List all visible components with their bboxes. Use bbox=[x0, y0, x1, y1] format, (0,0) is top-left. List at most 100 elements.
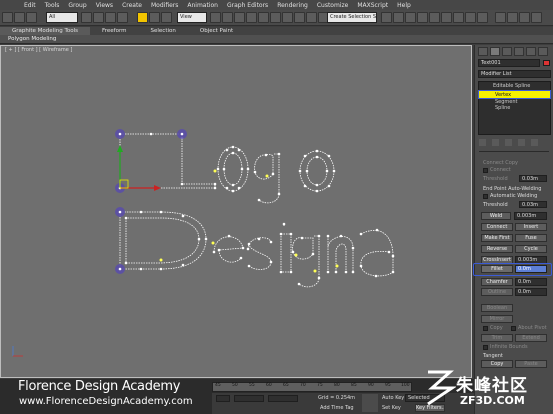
outline-button[interactable]: Outline bbox=[481, 288, 513, 296]
automatic-welding-checkbox[interactable] bbox=[483, 194, 488, 199]
stack-editable-spline[interactable]: Editable Spline bbox=[493, 83, 530, 89]
key-icon[interactable] bbox=[362, 394, 378, 412]
modifier-list-dropdown[interactable]: Modifier List bbox=[478, 70, 551, 78]
redo-icon[interactable] bbox=[14, 12, 25, 23]
toolbar-extra-4-icon[interactable] bbox=[531, 12, 542, 23]
connect-checkbox[interactable] bbox=[483, 168, 488, 173]
insert-button[interactable]: Insert bbox=[515, 223, 547, 231]
tangent-copy-button[interactable]: Copy bbox=[481, 360, 513, 368]
boolean-button[interactable]: Boolean bbox=[481, 304, 513, 312]
add-time-tag[interactable]: Add Time Tag bbox=[320, 405, 354, 411]
modifier-stack[interactable]: Editable Spline Vertex Segment Spline bbox=[478, 81, 551, 135]
edit-named-selection-icon[interactable] bbox=[294, 12, 305, 23]
cycle-button[interactable]: Cycle bbox=[515, 245, 547, 253]
y-coordinate-field[interactable] bbox=[268, 395, 298, 402]
lock-selection-icon[interactable] bbox=[216, 395, 230, 402]
layer-manager-icon[interactable] bbox=[381, 12, 392, 23]
link-icon[interactable] bbox=[26, 12, 37, 23]
connect-button[interactable]: Connect bbox=[481, 223, 513, 231]
tab-freeform[interactable]: Freeform bbox=[90, 27, 139, 35]
configure-sets-icon[interactable] bbox=[531, 139, 538, 146]
object-name-field[interactable]: Text001 bbox=[478, 59, 540, 67]
render-setup-icon[interactable] bbox=[441, 12, 452, 23]
menu-animation[interactable]: Animation bbox=[187, 2, 218, 9]
pin-stack-icon[interactable] bbox=[479, 139, 486, 146]
chamfer-field[interactable]: 0.0m bbox=[515, 278, 547, 286]
weld-button[interactable]: Weld bbox=[481, 212, 511, 220]
remove-modifier-icon[interactable] bbox=[518, 139, 525, 146]
spinner-snap-icon[interactable] bbox=[282, 12, 293, 23]
curve-editor-icon[interactable] bbox=[405, 12, 416, 23]
menu-maxscript[interactable]: MAXScript bbox=[357, 2, 388, 9]
menu-group[interactable]: Group bbox=[68, 2, 86, 9]
display-tab-icon[interactable] bbox=[526, 47, 536, 56]
outline-field[interactable]: 0.0m bbox=[515, 288, 547, 296]
about-pivot-checkbox[interactable] bbox=[511, 326, 516, 331]
named-selection-sets-dropdown[interactable]: Create Selection Se bbox=[327, 12, 377, 23]
menu-edit[interactable]: Edit bbox=[24, 2, 36, 9]
percent-snap-icon[interactable] bbox=[270, 12, 281, 23]
infinite-bounds-checkbox[interactable] bbox=[483, 345, 488, 350]
mirror-button[interactable]: Mirror bbox=[481, 315, 513, 323]
toolbar-extra-2-icon[interactable] bbox=[507, 12, 518, 23]
pivot-center-icon[interactable] bbox=[210, 12, 221, 23]
extend-button[interactable]: Extend bbox=[515, 334, 547, 342]
chamfer-button[interactable]: Chamfer bbox=[481, 278, 513, 286]
tab-object-paint[interactable]: Object Paint bbox=[188, 27, 245, 35]
select-scale-icon[interactable] bbox=[161, 12, 172, 23]
copy-checkbox[interactable] bbox=[483, 326, 488, 331]
menu-help[interactable]: Help bbox=[397, 2, 411, 9]
tangent-paste-button[interactable]: Paste bbox=[515, 360, 547, 368]
render-iterative-icon[interactable] bbox=[477, 12, 488, 23]
set-key-button[interactable]: Set Key bbox=[382, 405, 401, 411]
show-end-result-icon[interactable] bbox=[492, 139, 499, 146]
select-manipulate-icon[interactable] bbox=[222, 12, 233, 23]
stack-spline[interactable]: Spline bbox=[495, 105, 510, 111]
make-unique-icon[interactable] bbox=[505, 139, 512, 146]
create-tab-icon[interactable] bbox=[478, 47, 488, 56]
schematic-view-icon[interactable] bbox=[417, 12, 428, 23]
modify-tab-icon[interactable] bbox=[490, 47, 500, 56]
object-color-swatch[interactable] bbox=[543, 60, 550, 66]
snaps-toggle-icon[interactable] bbox=[246, 12, 257, 23]
polygon-modeling-label[interactable]: Polygon Modeling bbox=[0, 36, 56, 42]
hierarchy-tab-icon[interactable] bbox=[502, 47, 512, 56]
select-object-icon[interactable] bbox=[81, 12, 92, 23]
x-coordinate-field[interactable] bbox=[234, 395, 264, 402]
motion-tab-icon[interactable] bbox=[514, 47, 524, 56]
select-move-icon[interactable] bbox=[137, 12, 148, 23]
render-production-icon[interactable] bbox=[465, 12, 476, 23]
fillet-amount-field[interactable]: 0.0m bbox=[515, 265, 547, 273]
trim-button[interactable]: Trim bbox=[481, 334, 513, 342]
select-rotate-icon[interactable] bbox=[149, 12, 160, 23]
tab-selection[interactable]: Selection bbox=[139, 27, 188, 35]
menu-tools[interactable]: Tools bbox=[45, 2, 60, 9]
stack-vertex-selected[interactable]: Vertex bbox=[478, 90, 551, 99]
menu-views[interactable]: Views bbox=[96, 2, 113, 9]
utilities-tab-icon[interactable] bbox=[538, 47, 548, 56]
timeline-ruler[interactable]: 45 50 55 60 65 70 75 80 85 90 95 100 bbox=[212, 382, 412, 392]
mirror-icon[interactable] bbox=[306, 12, 317, 23]
tab-graphite-modeling-tools[interactable]: Graphite Modeling Tools bbox=[0, 27, 91, 35]
material-editor-icon[interactable] bbox=[429, 12, 440, 23]
menu-customize[interactable]: Customize bbox=[317, 2, 349, 9]
menu-create[interactable]: Create bbox=[122, 2, 142, 9]
menu-modifiers[interactable]: Modifiers bbox=[151, 2, 178, 9]
toolbar-extra-1-icon[interactable] bbox=[495, 12, 506, 23]
make-first-button[interactable]: Make First bbox=[481, 234, 513, 242]
toolbar-extra-3-icon[interactable] bbox=[519, 12, 530, 23]
reverse-button[interactable]: Reverse bbox=[481, 245, 513, 253]
front-viewport[interactable]: [ + ] [ Front ] [ Wireframe ] bbox=[0, 45, 472, 378]
undo-icon[interactable] bbox=[2, 12, 13, 23]
auto-key-button[interactable]: Auto Key bbox=[382, 395, 404, 401]
fuse-button[interactable]: Fuse bbox=[515, 234, 547, 242]
menu-graph-editors[interactable]: Graph Editors bbox=[227, 2, 268, 9]
threshold2-field[interactable]: 0.03m bbox=[519, 201, 547, 208]
menu-rendering[interactable]: Rendering bbox=[277, 2, 308, 9]
selection-filter-dropdown[interactable]: All bbox=[46, 12, 78, 23]
rendered-frame-icon[interactable] bbox=[453, 12, 464, 23]
angle-snap-icon[interactable] bbox=[258, 12, 269, 23]
keyboard-shortcut-icon[interactable] bbox=[234, 12, 245, 23]
viewport-canvas[interactable] bbox=[1, 46, 473, 379]
rect-selection-icon[interactable] bbox=[105, 12, 116, 23]
